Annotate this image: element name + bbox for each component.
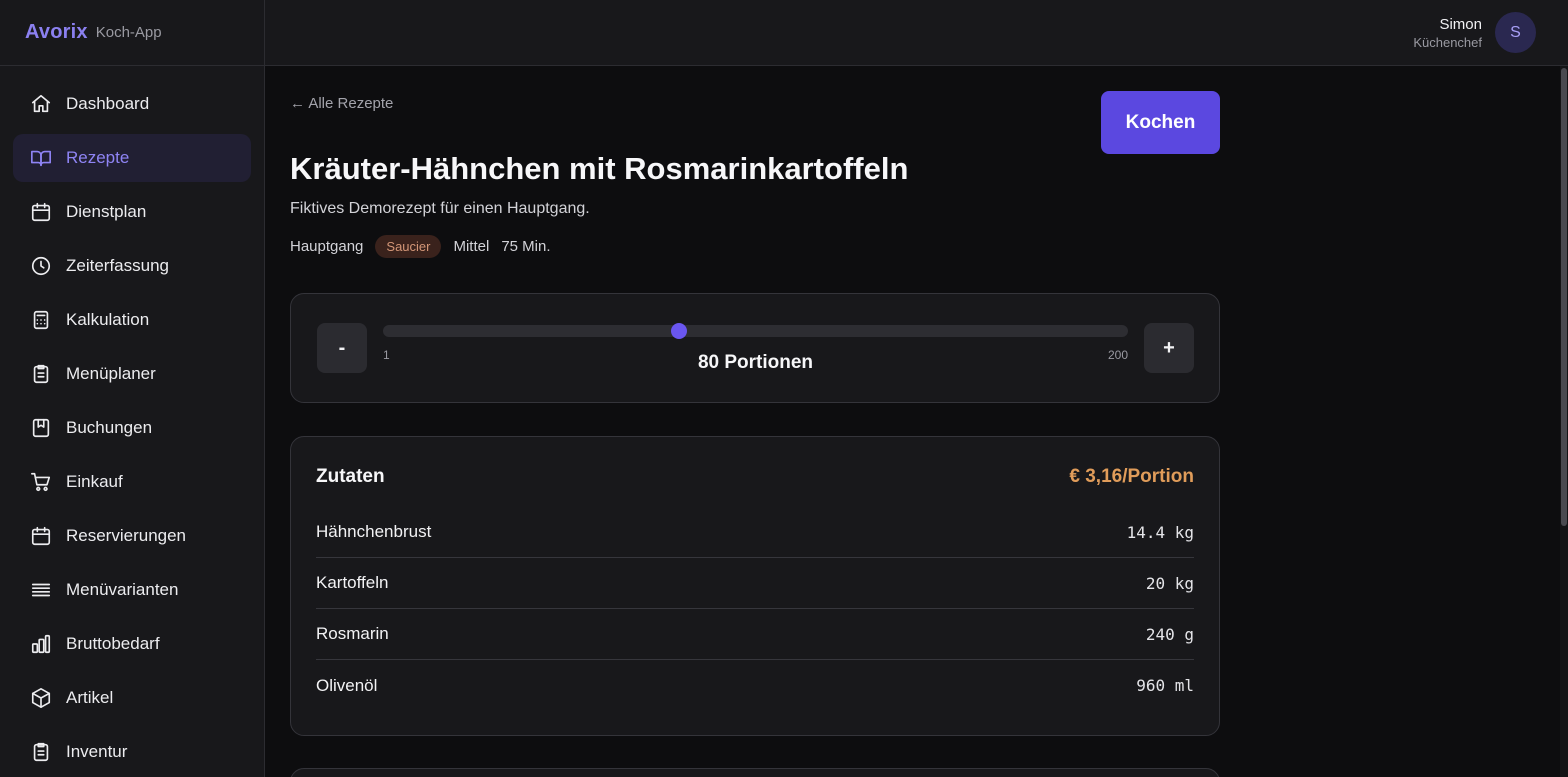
ingredients-title: Zutaten [316, 466, 385, 487]
user-role: Küchenchef [1413, 34, 1482, 50]
course-label: Hauptgang [290, 238, 364, 255]
sidebar-item-label: Reservierungen [66, 526, 187, 545]
ingredient-name: Rosmarin [316, 624, 389, 643]
sidebar-item-label: Buchungen [66, 418, 153, 437]
sidebar-item-label: Inventur [66, 742, 128, 761]
app-root: Avorix Koch-App Dashboard Rezepte Dienst… [0, 0, 1568, 777]
recipe-meta: Hauptgang Saucier Mittel 75 Min. [290, 235, 551, 258]
avatar[interactable]: S [1495, 12, 1536, 53]
list-icon [29, 578, 53, 602]
ingredient-name: Olivenöl [316, 675, 378, 695]
portion-slider[interactable] [383, 323, 1128, 339]
sidebar: Avorix Koch-App Dashboard Rezepte Dienst… [0, 0, 265, 777]
sidebar-item-menueplaner[interactable]: Menüplaner [13, 350, 251, 398]
clock-icon [29, 254, 53, 278]
ingredient-name: Hähnchenbrust [316, 522, 432, 541]
user-name: Simon [1439, 15, 1482, 33]
sidebar-item-artikel[interactable]: Artikel [13, 674, 251, 722]
ingredient-quantity: 14.4 kg [1126, 522, 1194, 542]
sidebar-item-label: Artikel [66, 688, 114, 707]
brand-name: Avorix [25, 21, 88, 43]
decrease-portions-button[interactable]: - [317, 323, 367, 373]
portion-scaler: - 1 200 80 Portionen + [290, 293, 1220, 403]
page-scrollbar[interactable] [1560, 66, 1568, 777]
portion-count: 80 Portionen [697, 352, 814, 373]
sidebar-item-zeiterfassung[interactable]: Zeiterfassung [13, 242, 251, 290]
slider-handle[interactable] [670, 323, 687, 339]
clipboard-list-icon [29, 740, 53, 764]
list-item: Hähnchenbrust 14.4 kg [316, 507, 1194, 558]
brand[interactable]: Avorix Koch-App [0, 0, 264, 66]
station-badge: Saucier [375, 235, 442, 258]
sidebar-item-bruttobedarf[interactable]: Bruttobedarf [13, 620, 251, 668]
ingredients-card: Zutaten € 3,16/Portion Hähnchenbrust 14.… [290, 436, 1220, 736]
increase-portions-button[interactable]: + [1144, 323, 1194, 373]
bar-chart-icon [29, 632, 53, 656]
sidebar-item-label: Dashboard [66, 94, 150, 113]
sidebar-item-label: Dienstplan [66, 202, 147, 221]
calendar-icon [29, 200, 53, 224]
sidebar-item-dienstplan[interactable]: Dienstplan [13, 188, 251, 236]
duration-label: 75 Min. [501, 238, 551, 255]
ingredient-name: Kartoffeln [316, 573, 389, 592]
sidebar-item-dashboard[interactable]: Dashboard [13, 80, 251, 128]
sidebar-item-label: Rezepte [66, 148, 130, 167]
list-item: Rosmarin 240 g [316, 609, 1194, 660]
sidebar-item-einkauf[interactable]: Einkauf [13, 458, 251, 506]
sidebar-item-menuevarianten[interactable]: Menüvarianten [13, 566, 251, 614]
next-section-card [290, 768, 1220, 777]
cost-per-portion: € 3,16/Portion [1069, 466, 1194, 487]
sidebar-item-label: Menüvarianten [66, 580, 179, 599]
recipe-description: Fiktives Demorezept für einen Hauptgang. [290, 200, 590, 217]
calendar-icon [29, 524, 53, 548]
sidebar-item-kalkulation[interactable]: Kalkulation [13, 296, 251, 344]
shopping-cart-icon [29, 470, 53, 494]
clipboard-list-icon [29, 362, 53, 386]
top-bar: Simon Küchenchef S [265, 0, 1568, 66]
page-title: Kräuter-Hähnchen mit Rosmarinkartoffeln [290, 151, 909, 186]
ingredient-quantity: 20 kg [1145, 573, 1194, 593]
sidebar-item-buchungen[interactable]: Buchungen [13, 404, 251, 452]
list-item: Olivenöl 960 ml [316, 660, 1194, 711]
cook-button[interactable]: Kochen [1101, 91, 1220, 154]
package-icon [29, 686, 53, 710]
ingredients-header: Zutaten € 3,16/Portion [316, 466, 1194, 488]
sidebar-item-label: Bruttobedarf [66, 634, 160, 653]
sidebar-item-label: Kalkulation [66, 310, 150, 329]
ingredient-quantity: 960 ml [1136, 676, 1194, 695]
book-icon [29, 146, 53, 170]
user-info: Simon Küchenchef [1413, 15, 1482, 51]
difficulty-label: Mittel [453, 238, 490, 255]
home-icon [29, 92, 53, 116]
brand-subtitle: Koch-App [95, 24, 162, 41]
sidebar-item-reservierungen[interactable]: Reservierungen [13, 512, 251, 560]
back-to-recipes-link[interactable]: ← Alle Rezepte [290, 95, 393, 112]
scrollbar-thumb[interactable] [1561, 68, 1567, 526]
ingredients-list: Hähnchenbrust 14.4 kg Kartoffeln 20 kg R… [316, 507, 1194, 711]
sidebar-item-label: Menüplaner [66, 364, 156, 383]
sidebar-item-label: Einkauf [66, 472, 123, 491]
sidebar-nav: Dashboard Rezepte Dienstplan Zeiterfassu… [0, 66, 264, 776]
ingredient-quantity: 240 g [1145, 624, 1194, 644]
sidebar-item-rezepte[interactable]: Rezepte [13, 134, 251, 182]
sidebar-item-inventur[interactable]: Inventur [13, 728, 251, 776]
sidebar-item-label: Zeiterfassung [66, 256, 169, 275]
calculator-icon [29, 308, 53, 332]
user-menu[interactable]: Simon Küchenchef S [1413, 12, 1536, 53]
list-item: Kartoffeln 20 kg [316, 558, 1194, 609]
bookmark-book-icon [29, 416, 53, 440]
